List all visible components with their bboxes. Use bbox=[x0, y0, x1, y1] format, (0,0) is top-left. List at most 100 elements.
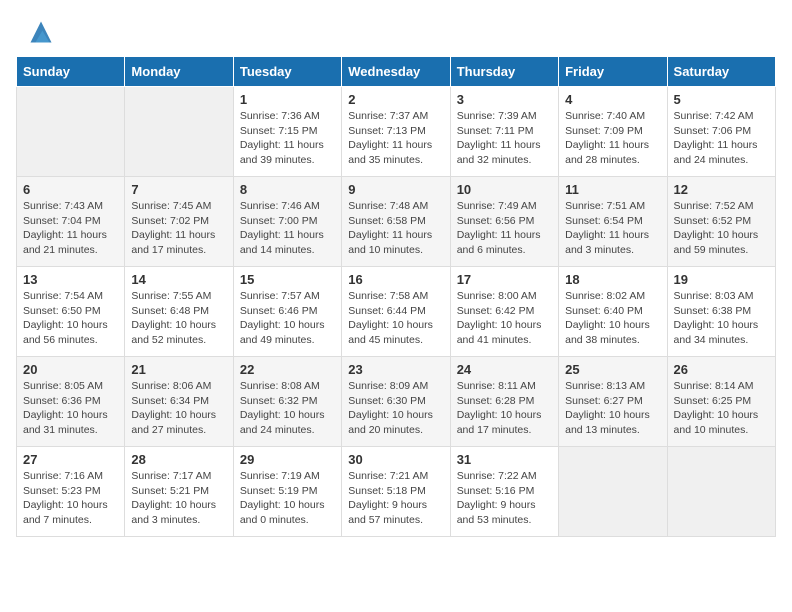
day-cell bbox=[125, 87, 233, 177]
day-info: Sunrise: 7:39 AMSunset: 7:11 PMDaylight:… bbox=[457, 109, 552, 168]
day-cell: 19Sunrise: 8:03 AMSunset: 6:38 PMDayligh… bbox=[667, 267, 775, 357]
day-number: 28 bbox=[131, 452, 226, 467]
col-header-thursday: Thursday bbox=[450, 57, 558, 87]
day-number: 8 bbox=[240, 182, 335, 197]
day-info: Sunrise: 7:22 AMSunset: 5:16 PMDaylight:… bbox=[457, 469, 552, 528]
day-number: 11 bbox=[565, 182, 660, 197]
day-cell bbox=[17, 87, 125, 177]
header-row: SundayMondayTuesdayWednesdayThursdayFrid… bbox=[17, 57, 776, 87]
day-cell: 31 Sunrise: 7:22 AMSunset: 5:16 PMDayligh… bbox=[450, 447, 558, 537]
day-number: 21 bbox=[131, 362, 226, 377]
day-cell: 9 Sunrise: 7:48 AMSunset: 6:58 PMDaylight… bbox=[342, 177, 450, 267]
day-number: 2 bbox=[348, 92, 443, 107]
day-info: Sunrise: 7:54 AMSunset: 6:50 PMDaylight:… bbox=[23, 289, 118, 348]
day-number: 3 bbox=[457, 92, 552, 107]
day-info: Sunrise: 8:02 AMSunset: 6:40 PMDaylight:… bbox=[565, 289, 660, 348]
day-number: 6 bbox=[23, 182, 118, 197]
day-number: 31 bbox=[457, 452, 552, 467]
day-cell: 6 Sunrise: 7:43 AMSunset: 7:04 PMDaylight… bbox=[17, 177, 125, 267]
day-info: Sunrise: 8:06 AMSunset: 6:34 PMDaylight:… bbox=[131, 379, 226, 438]
day-number: 9 bbox=[348, 182, 443, 197]
day-number: 10 bbox=[457, 182, 552, 197]
day-info: Sunrise: 8:09 AMSunset: 6:30 PMDaylight:… bbox=[348, 379, 443, 438]
day-info: Sunrise: 7:49 AMSunset: 6:56 PMDaylight:… bbox=[457, 199, 552, 258]
day-number: 5 bbox=[674, 92, 769, 107]
day-number: 25 bbox=[565, 362, 660, 377]
day-info: Sunrise: 8:03 AMSunset: 6:38 PMDaylight:… bbox=[674, 289, 769, 348]
day-info: Sunrise: 7:37 AMSunset: 7:13 PMDaylight:… bbox=[348, 109, 443, 168]
day-info: Sunrise: 7:52 AMSunset: 6:52 PMDaylight:… bbox=[674, 199, 769, 258]
day-info: Sunrise: 8:05 AMSunset: 6:36 PMDaylight:… bbox=[23, 379, 118, 438]
day-cell: 5Sunrise: 7:42 AMSunset: 7:06 PMDaylight… bbox=[667, 87, 775, 177]
week-row-4: 27 Sunrise: 7:16 AMSunset: 5:23 PMDayligh… bbox=[17, 447, 776, 537]
day-number: 7 bbox=[131, 182, 226, 197]
week-row-2: 13 Sunrise: 7:54 AMSunset: 6:50 PMDayligh… bbox=[17, 267, 776, 357]
col-header-sunday: Sunday bbox=[17, 57, 125, 87]
day-number: 30 bbox=[348, 452, 443, 467]
day-number: 15 bbox=[240, 272, 335, 287]
day-cell: 27 Sunrise: 7:16 AMSunset: 5:23 PMDayligh… bbox=[17, 447, 125, 537]
day-number: 18 bbox=[565, 272, 660, 287]
col-header-saturday: Saturday bbox=[667, 57, 775, 87]
day-info: Sunrise: 8:08 AMSunset: 6:32 PMDaylight:… bbox=[240, 379, 335, 438]
day-cell: 8 Sunrise: 7:46 AMSunset: 7:00 PMDaylight… bbox=[233, 177, 341, 267]
day-cell: 21 Sunrise: 8:06 AMSunset: 6:34 PMDayligh… bbox=[125, 357, 233, 447]
day-info: Sunrise: 7:45 AMSunset: 7:02 PMDaylight:… bbox=[131, 199, 226, 258]
day-cell: 7 Sunrise: 7:45 AMSunset: 7:02 PMDaylight… bbox=[125, 177, 233, 267]
week-row-0: 1Sunrise: 7:36 AMSunset: 7:15 PMDaylight… bbox=[17, 87, 776, 177]
day-cell: 22 Sunrise: 8:08 AMSunset: 6:32 PMDayligh… bbox=[233, 357, 341, 447]
col-header-tuesday: Tuesday bbox=[233, 57, 341, 87]
day-number: 23 bbox=[348, 362, 443, 377]
day-cell: 30 Sunrise: 7:21 AMSunset: 5:18 PMDayligh… bbox=[342, 447, 450, 537]
day-cell bbox=[559, 447, 667, 537]
col-header-friday: Friday bbox=[559, 57, 667, 87]
day-info: Sunrise: 7:21 AMSunset: 5:18 PMDaylight:… bbox=[348, 469, 443, 528]
day-info: Sunrise: 8:11 AMSunset: 6:28 PMDaylight:… bbox=[457, 379, 552, 438]
day-info: Sunrise: 8:13 AMSunset: 6:27 PMDaylight:… bbox=[565, 379, 660, 438]
day-info: Sunrise: 7:36 AMSunset: 7:15 PMDaylight:… bbox=[240, 109, 335, 168]
day-cell: 4Sunrise: 7:40 AMSunset: 7:09 PMDaylight… bbox=[559, 87, 667, 177]
logo bbox=[24, 18, 55, 46]
day-number: 16 bbox=[348, 272, 443, 287]
day-number: 17 bbox=[457, 272, 552, 287]
day-info: Sunrise: 7:16 AMSunset: 5:23 PMDaylight:… bbox=[23, 469, 118, 528]
logo-icon bbox=[27, 18, 55, 46]
day-info: Sunrise: 7:51 AMSunset: 6:54 PMDaylight:… bbox=[565, 199, 660, 258]
day-cell: 18 Sunrise: 8:02 AMSunset: 6:40 PMDayligh… bbox=[559, 267, 667, 357]
day-cell: 2 Sunrise: 7:37 AMSunset: 7:13 PMDaylight… bbox=[342, 87, 450, 177]
day-cell: 1Sunrise: 7:36 AMSunset: 7:15 PMDaylight… bbox=[233, 87, 341, 177]
day-info: Sunrise: 7:43 AMSunset: 7:04 PMDaylight:… bbox=[23, 199, 118, 258]
day-cell: 17 Sunrise: 8:00 AMSunset: 6:42 PMDayligh… bbox=[450, 267, 558, 357]
day-number: 26 bbox=[674, 362, 769, 377]
day-cell: 11 Sunrise: 7:51 AMSunset: 6:54 PMDayligh… bbox=[559, 177, 667, 267]
day-info: Sunrise: 8:14 AMSunset: 6:25 PMDaylight:… bbox=[674, 379, 769, 438]
day-cell bbox=[667, 447, 775, 537]
day-number: 4 bbox=[565, 92, 660, 107]
day-info: Sunrise: 7:55 AMSunset: 6:48 PMDaylight:… bbox=[131, 289, 226, 348]
day-cell: 14 Sunrise: 7:55 AMSunset: 6:48 PMDayligh… bbox=[125, 267, 233, 357]
week-row-3: 20Sunrise: 8:05 AMSunset: 6:36 PMDayligh… bbox=[17, 357, 776, 447]
day-number: 14 bbox=[131, 272, 226, 287]
day-cell: 25 Sunrise: 8:13 AMSunset: 6:27 PMDayligh… bbox=[559, 357, 667, 447]
day-info: Sunrise: 7:57 AMSunset: 6:46 PMDaylight:… bbox=[240, 289, 335, 348]
calendar-wrapper: SundayMondayTuesdayWednesdayThursdayFrid… bbox=[0, 56, 792, 545]
day-number: 29 bbox=[240, 452, 335, 467]
day-cell: 26 Sunrise: 8:14 AMSunset: 6:25 PMDayligh… bbox=[667, 357, 775, 447]
day-cell: 10 Sunrise: 7:49 AMSunset: 6:56 PMDayligh… bbox=[450, 177, 558, 267]
day-number: 24 bbox=[457, 362, 552, 377]
day-info: Sunrise: 7:58 AMSunset: 6:44 PMDaylight:… bbox=[348, 289, 443, 348]
day-info: Sunrise: 7:17 AMSunset: 5:21 PMDaylight:… bbox=[131, 469, 226, 528]
day-cell: 16 Sunrise: 7:58 AMSunset: 6:44 PMDayligh… bbox=[342, 267, 450, 357]
week-row-1: 6 Sunrise: 7:43 AMSunset: 7:04 PMDaylight… bbox=[17, 177, 776, 267]
day-number: 27 bbox=[23, 452, 118, 467]
day-cell: 29 Sunrise: 7:19 AMSunset: 5:19 PMDayligh… bbox=[233, 447, 341, 537]
day-cell: 24 Sunrise: 8:11 AMSunset: 6:28 PMDayligh… bbox=[450, 357, 558, 447]
day-info: Sunrise: 7:48 AMSunset: 6:58 PMDaylight:… bbox=[348, 199, 443, 258]
day-info: Sunrise: 7:46 AMSunset: 7:00 PMDaylight:… bbox=[240, 199, 335, 258]
day-cell: 28 Sunrise: 7:17 AMSunset: 5:21 PMDayligh… bbox=[125, 447, 233, 537]
day-cell: 13 Sunrise: 7:54 AMSunset: 6:50 PMDayligh… bbox=[17, 267, 125, 357]
day-info: Sunrise: 8:00 AMSunset: 6:42 PMDaylight:… bbox=[457, 289, 552, 348]
day-number: 13 bbox=[23, 272, 118, 287]
day-info: Sunrise: 7:19 AMSunset: 5:19 PMDaylight:… bbox=[240, 469, 335, 528]
day-number: 22 bbox=[240, 362, 335, 377]
